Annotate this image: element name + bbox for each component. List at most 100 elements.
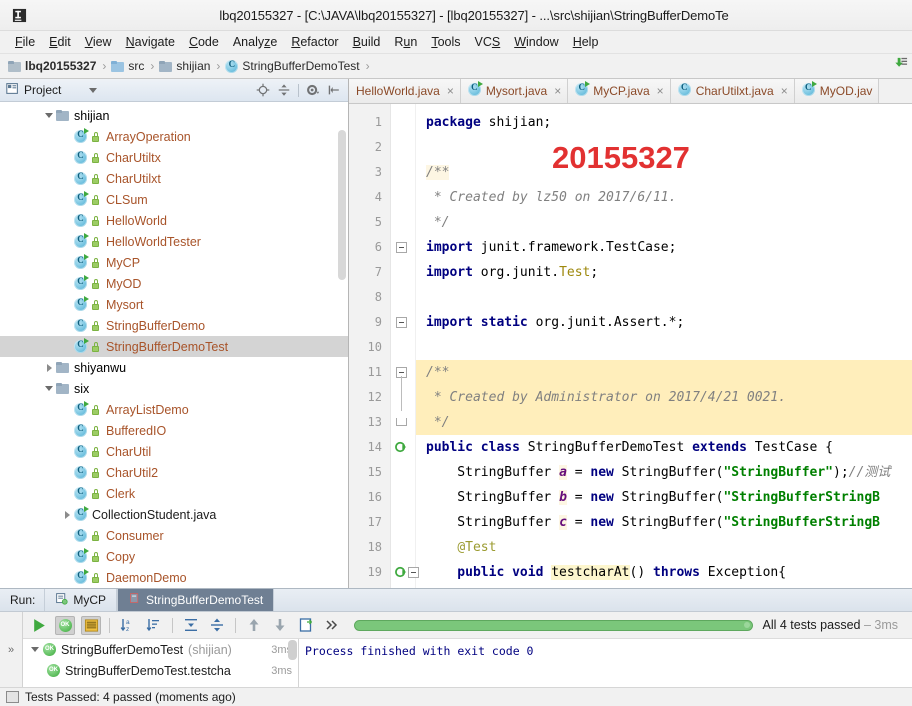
tree-item-six[interactable]: six [0, 378, 348, 399]
tree-item-shijian[interactable]: shijian [0, 105, 348, 126]
run-tab-mycp[interactable]: MyCP [44, 589, 118, 611]
editor-tab-charutilxt-java[interactable]: CharUtilxt.java × [670, 79, 795, 103]
test-tree-row[interactable]: StringBufferDemoTest (shijian) 3ms [23, 639, 298, 660]
tree-item-charutil[interactable]: CharUtil [0, 441, 348, 462]
tree-item-bufferedio[interactable]: BufferedIO [0, 420, 348, 441]
chevron-down-icon[interactable] [42, 113, 56, 118]
code-line: StringBuffer b = new StringBuffer("Strin… [426, 490, 880, 505]
menu-window[interactable]: Window [507, 33, 565, 51]
run-method-gutter-icon[interactable] [394, 565, 408, 579]
menu-analyze[interactable]: Analyze [226, 33, 284, 51]
export-results-button[interactable] [296, 616, 316, 635]
breadcrumb-item-src[interactable]: src [111, 59, 144, 73]
breadcrumb-item-package[interactable]: shijian [159, 59, 210, 73]
tree-item-collectionstudent-java[interactable]: CollectionStudent.java [0, 504, 348, 525]
code-folding-gutter[interactable] [391, 104, 419, 588]
menu-code[interactable]: Code [182, 33, 226, 51]
chevron-right-icon[interactable] [42, 363, 56, 372]
java-runnable-class-icon [74, 296, 91, 311]
tree-item-charutil2[interactable]: CharUtil2 [0, 462, 348, 483]
menu-refactor[interactable]: Refactor [284, 33, 345, 51]
tree-item-helloworldtester[interactable]: HelloWorldTester [0, 231, 348, 252]
editor-tab-mysort-java[interactable]: Mysort.java × [460, 79, 569, 103]
line-number: 14 [367, 440, 382, 454]
collapse-all-icon[interactable] [277, 83, 291, 97]
breadcrumb-item-class[interactable]: StringBufferDemoTest [225, 59, 360, 73]
menu-vcs[interactable]: VCS [468, 33, 508, 51]
locate-target-icon[interactable] [256, 83, 270, 97]
run-tab-stringbufferdemotest[interactable]: StringBufferDemoTest [117, 589, 275, 611]
fold-slot [391, 460, 415, 485]
tree-item-stringbufferdemo[interactable]: StringBufferDemo [0, 315, 348, 336]
settings-gear-icon[interactable] [306, 83, 320, 97]
project-tree[interactable]: shijian ArrayOperation CharUtiltx CharUtilx… [0, 102, 348, 588]
tree-item-mycp[interactable]: MyCP [0, 252, 348, 273]
next-failure-button[interactable] [270, 616, 290, 635]
run-side-collapse[interactable]: » [0, 612, 23, 687]
tree-item-stringbufferdemotest[interactable]: StringBufferDemoTest [0, 336, 348, 357]
rerun-button[interactable] [29, 616, 49, 635]
sort-by-duration-button[interactable] [144, 616, 164, 635]
fold-slot [391, 260, 415, 285]
more-options-button[interactable] [322, 616, 342, 635]
previous-failure-button[interactable] [244, 616, 264, 635]
tree-item-arraylistdemo[interactable]: ArrayListDemo [0, 399, 348, 420]
tree-item-copy[interactable]: Copy [0, 546, 348, 567]
tree-item-charutilxt[interactable]: CharUtilxt [0, 168, 348, 189]
tree-item-charutiltx[interactable]: CharUtiltx [0, 147, 348, 168]
menu-tools[interactable]: Tools [424, 33, 467, 51]
close-icon[interactable]: × [781, 84, 788, 98]
download-updates-icon[interactable] [893, 56, 908, 74]
menu-help[interactable]: Help [566, 33, 606, 51]
tree-item-clerk[interactable]: Clerk [0, 483, 348, 504]
menu-file[interactable]: File [8, 33, 42, 51]
fold-slot [391, 510, 415, 535]
breadcrumb-item-module[interactable]: lbq20155327 [8, 59, 96, 73]
console-output[interactable]: Process finished with exit code 0 [299, 639, 912, 687]
expand-all-button[interactable] [181, 616, 201, 635]
sort-alphabetically-button[interactable]: a z [118, 616, 138, 635]
menu-navigate[interactable]: Navigate [119, 33, 182, 51]
tree-item-label: Consumer [106, 528, 164, 543]
menu-run[interactable]: Run [387, 33, 424, 51]
editor-tab-helloworld-java[interactable]: HelloWorld.java × [349, 79, 461, 103]
code-editor[interactable]: 1 2 3 4 5 6 7 8 9 10 11 12 13 14 15 16 17 18 19 [349, 104, 912, 588]
chevron-down-icon[interactable] [27, 647, 43, 652]
tree-item-mysort[interactable]: Mysort [0, 294, 348, 315]
tree-item-label: StringBufferDemo [106, 318, 206, 333]
tree-item-consumer[interactable]: Consumer [0, 525, 348, 546]
run-test-gutter-icon[interactable] [394, 440, 408, 454]
test-tree-row[interactable]: StringBufferDemoTest.testcha 3ms [23, 660, 298, 681]
editor-tab-mycp-java[interactable]: MyCP.java × [568, 79, 671, 103]
tree-item-arrayoperation[interactable]: ArrayOperation [0, 126, 348, 147]
java-runnable-class-icon [74, 233, 91, 248]
lock-public-icon [91, 257, 105, 268]
code-text-area[interactable]: package shijian; /** * Created by lz50 o… [416, 104, 912, 588]
chevron-right-icon[interactable] [60, 510, 74, 519]
java-runnable-class-icon [74, 569, 91, 584]
editor-tab-myod-jav[interactable]: MyOD.jav [794, 79, 880, 103]
close-icon[interactable]: × [657, 84, 664, 98]
chevron-down-icon[interactable] [42, 386, 56, 391]
collapse-all-button[interactable] [207, 616, 227, 635]
tree-item-helloworld[interactable]: HelloWorld [0, 210, 348, 231]
class-icon [225, 59, 239, 73]
chevron-down-icon[interactable] [89, 87, 98, 93]
test-results-tree[interactable]: StringBufferDemoTest (shijian) 3ms Strin… [23, 639, 299, 687]
fold-collapse-icon[interactable] [396, 242, 407, 253]
fold-collapse-icon[interactable] [396, 317, 407, 328]
close-icon[interactable]: × [447, 84, 454, 98]
close-icon[interactable]: × [554, 84, 561, 98]
tree-item-daemondemo[interactable]: DaemonDemo [0, 567, 348, 588]
menu-view[interactable]: View [78, 33, 119, 51]
project-tree-scrollbar[interactable] [338, 130, 346, 280]
hide-panel-icon[interactable] [327, 83, 341, 97]
show-passed-toggle[interactable] [55, 615, 75, 635]
menu-build[interactable]: Build [346, 33, 388, 51]
test-tree-scrollbar[interactable] [288, 640, 297, 660]
tree-item-myod[interactable]: MyOD [0, 273, 348, 294]
menu-edit[interactable]: Edit [42, 33, 78, 51]
show-output-toggle[interactable] [81, 615, 101, 635]
tree-item-shiyanwu[interactable]: shiyanwu [0, 357, 348, 378]
tree-item-clsum[interactable]: CLSum [0, 189, 348, 210]
